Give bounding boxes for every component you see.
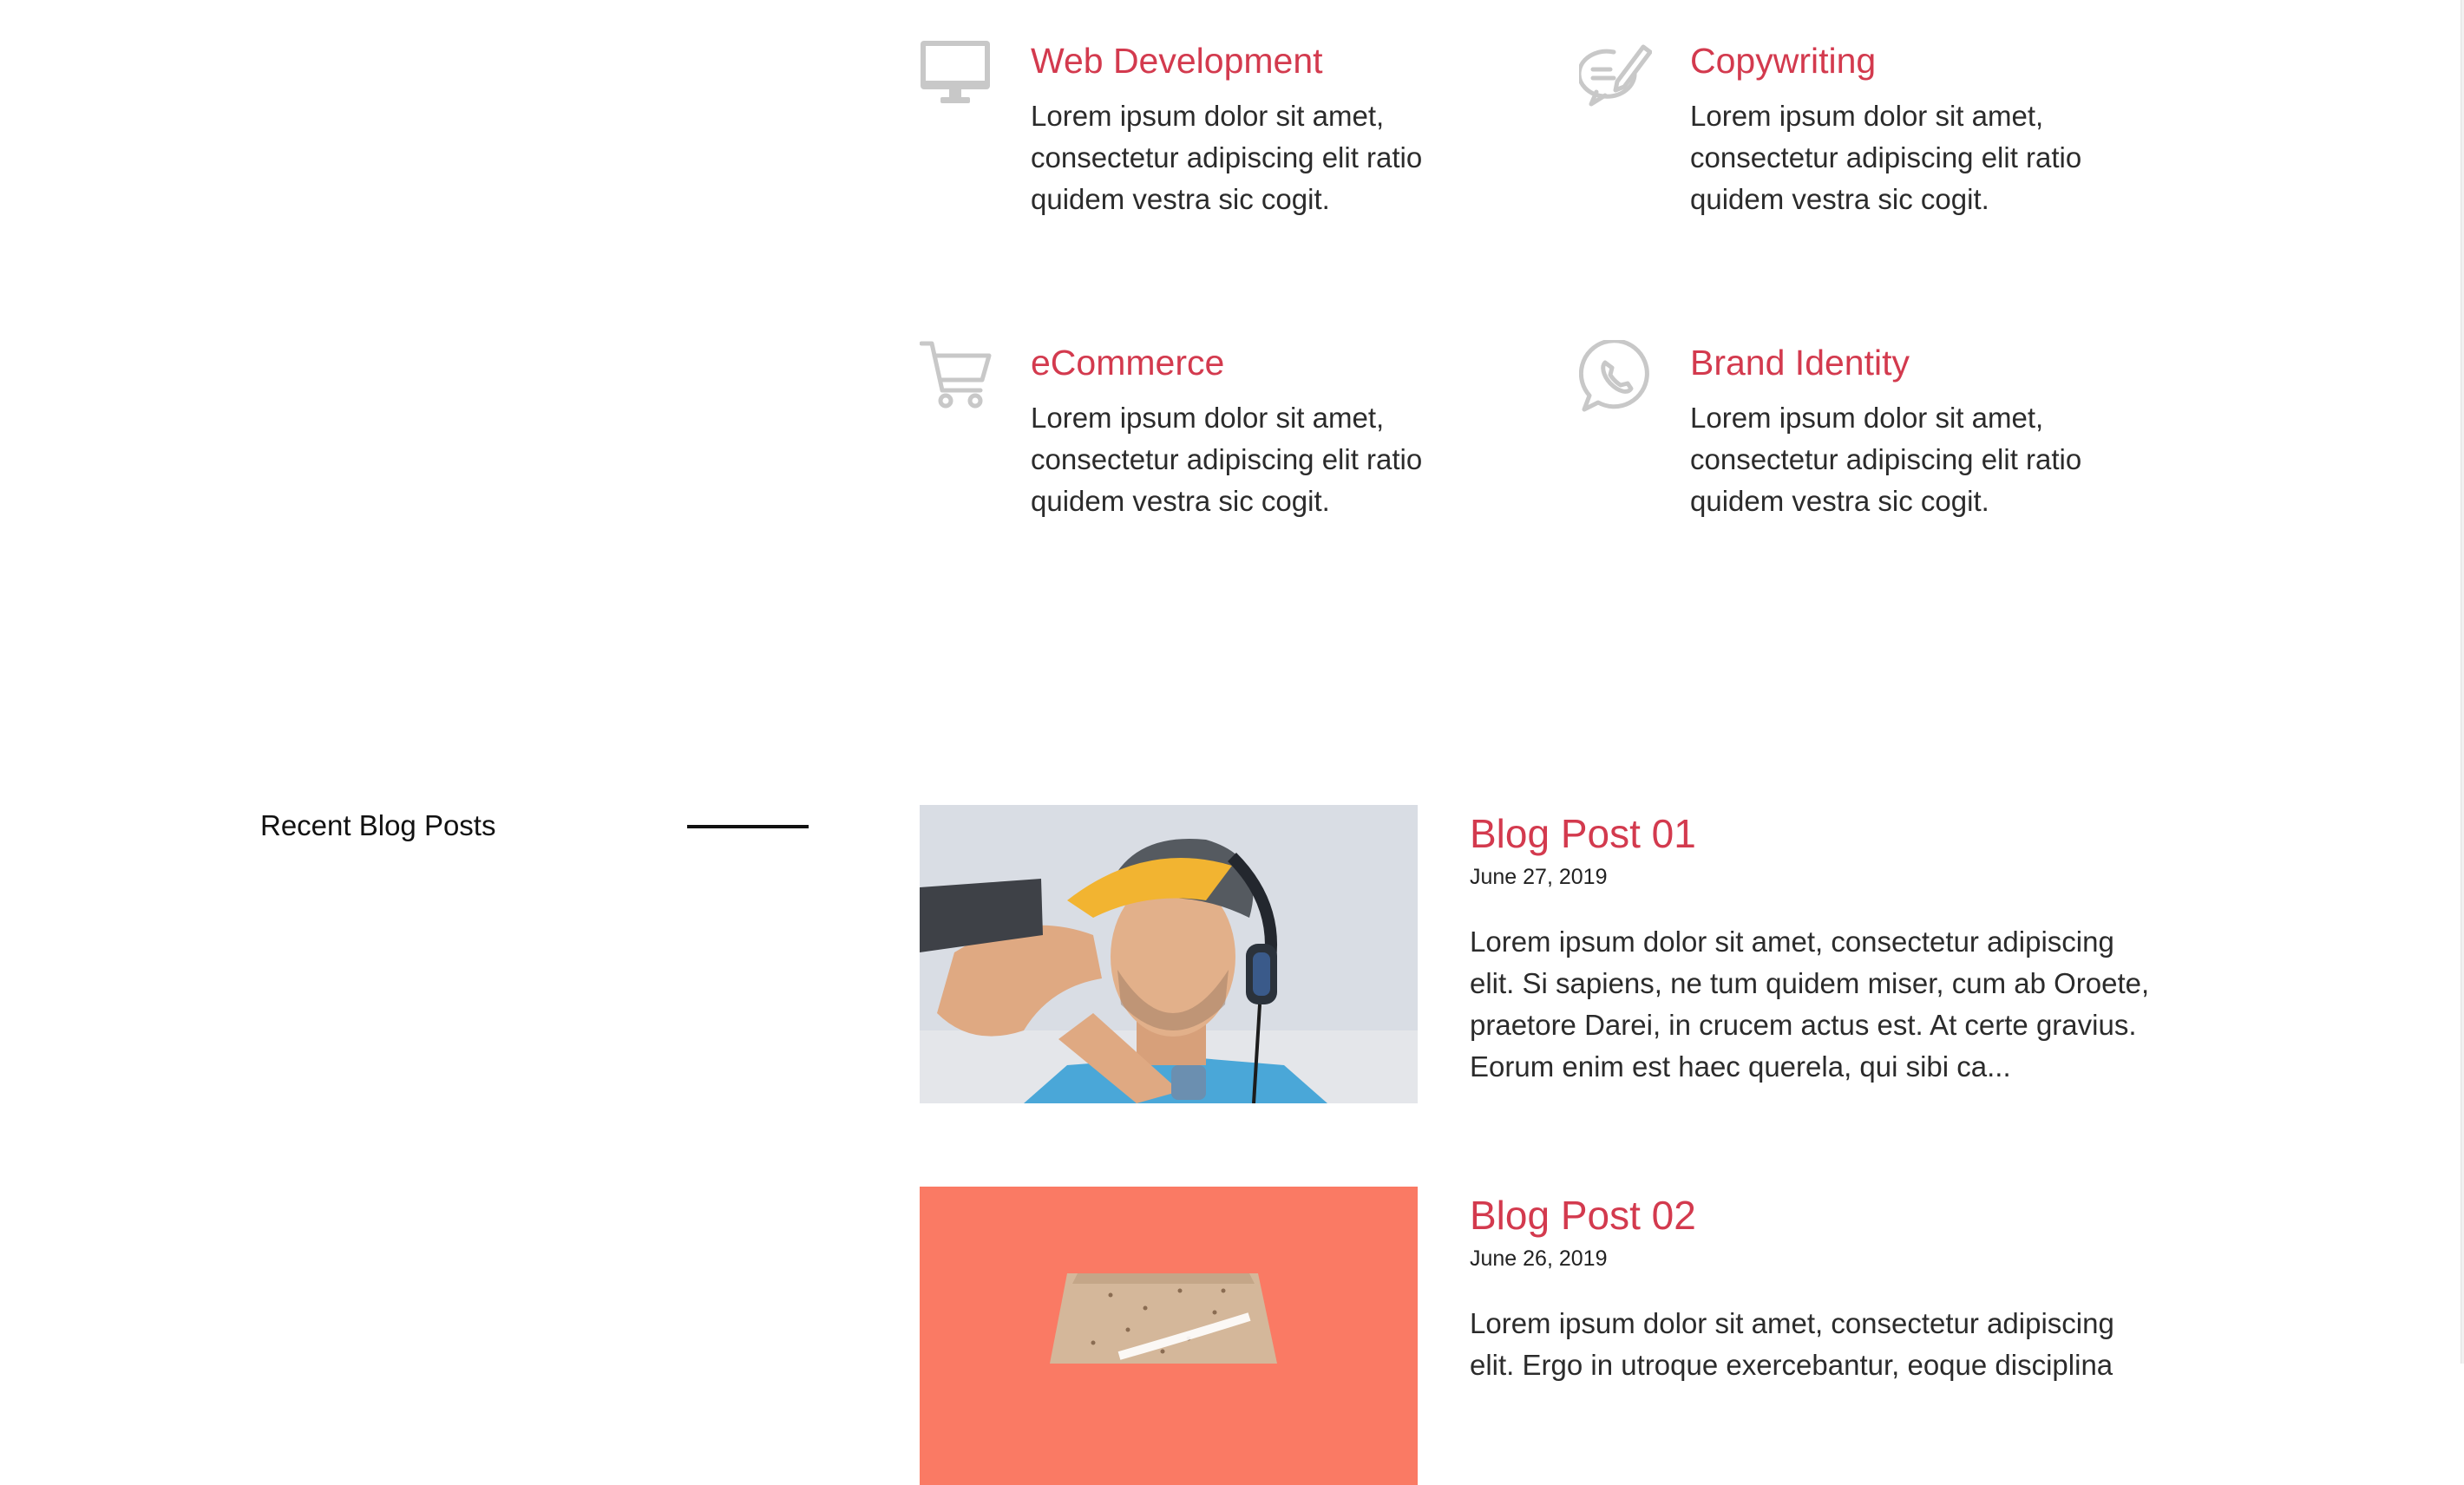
blog-post-01-title[interactable]: Blog Post 01 (1470, 808, 1696, 859)
blog-post-02-date: June 26, 2019 (1470, 1246, 1608, 1271)
blog-post-01-date: June 27, 2019 (1470, 865, 1608, 889)
service-title: Copywriting (1690, 41, 1877, 81)
desktop-monitor-icon (920, 38, 993, 111)
shopping-cart-icon (920, 340, 993, 413)
service-description: Lorem ipsum dolor sit amet, consectetur … (1690, 402, 2082, 517)
blog-post-02-title[interactable]: Blog Post 02 (1470, 1190, 1696, 1240)
recent-blog-posts-heading: Recent Blog Posts (260, 809, 496, 841)
page: Web Development Lorem ipsum dolor sit am… (0, 0, 2464, 1485)
service-title: Brand Identity (1690, 343, 1910, 383)
service-description: Lorem ipsum dolor sit amet, consectetur … (1031, 402, 1423, 517)
pen-writing-icon (1579, 38, 1652, 111)
blog-post-01-excerpt: Lorem ipsum dolor sit amet, consectetur … (1470, 926, 2150, 1083)
service-description: Lorem ipsum dolor sit amet, consectetur … (1690, 100, 2082, 215)
heading-divider (687, 825, 809, 828)
service-description: Lorem ipsum dolor sit amet, consectetur … (1031, 100, 1423, 215)
phone-chat-icon (1579, 340, 1652, 413)
service-title: eCommerce (1031, 343, 1225, 383)
blog-post-01-image[interactable] (920, 805, 1418, 1103)
blog-post-02-image[interactable] (920, 1187, 1418, 1485)
service-title: Web Development (1031, 41, 1323, 81)
page-scrollbar[interactable] (2461, 0, 2464, 1364)
blog-post-02-excerpt: Lorem ipsum dolor sit amet, consectetur … (1470, 1307, 2114, 1381)
